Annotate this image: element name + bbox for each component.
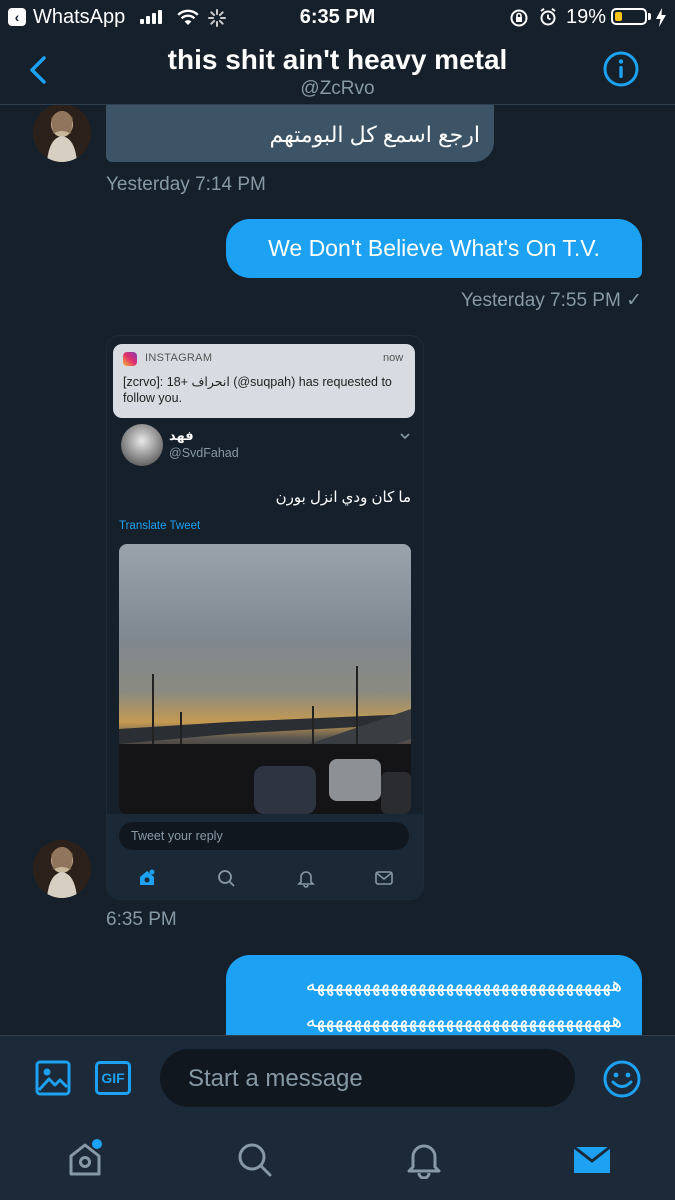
mail-icon — [375, 871, 393, 885]
message-timestamp: Yesterday 7:14 PM — [106, 174, 266, 195]
tweet-author-name: فهد — [169, 428, 194, 443]
battery-tip — [648, 13, 651, 20]
tweet-text: ما كان ودي انزل بورن — [275, 489, 411, 506]
tab-bar — [0, 1121, 675, 1200]
gif-icon[interactable]: GIF — [95, 1061, 131, 1095]
battery-icon — [611, 8, 647, 25]
emoji-icon[interactable] — [602, 1059, 642, 1099]
notification-body: [zcrvo]: انحراف +18 (@suqpah) has reques… — [123, 375, 392, 405]
bell-icon[interactable] — [404, 1139, 444, 1179]
message-input[interactable]: Start a message — [160, 1049, 575, 1107]
home-icon — [140, 869, 155, 885]
shared-image[interactable]: INSTAGRAM now [zcrvo]: انحراف +18 (@suqp… — [106, 335, 424, 900]
translate-tweet-link: Translate Tweet — [119, 520, 201, 532]
notification-app: INSTAGRAM — [145, 352, 213, 364]
charging-bolt-icon — [656, 8, 666, 27]
instagram-icon — [123, 352, 137, 366]
search-icon — [218, 870, 235, 887]
rotation-lock-icon — [510, 9, 528, 27]
outgoing-message-text: We Don't Believe What's On T.V. — [268, 235, 600, 261]
tweet-avatar — [121, 424, 163, 466]
home-icon[interactable] — [66, 1139, 106, 1179]
outgoing-message-text: هههههههههههههههههههههههههههههههههه — [305, 1010, 622, 1032]
tweet-reply-placeholder: Tweet your reply — [119, 822, 409, 850]
message-list[interactable]: ارجع اسمع كل البومتهم Yesterday 7:14 PM … — [0, 105, 675, 1035]
tweet-reply-bar: Tweet your reply — [107, 814, 423, 899]
search-icon[interactable] — [235, 1140, 275, 1180]
mail-icon[interactable] — [572, 1143, 612, 1177]
incoming-message-text: ارجع اسمع كل البومتهم — [269, 122, 480, 147]
message-timestamp: Yesterday 7:55 PM ✓ — [460, 290, 642, 311]
battery-percent: 19% — [566, 6, 607, 28]
bell-icon — [297, 871, 315, 888]
avatar[interactable] — [33, 105, 91, 162]
image-icon[interactable] — [35, 1060, 71, 1096]
alarm-icon — [540, 7, 556, 26]
outgoing-message-text: هههههههههههههههههههههههههههههههههه — [305, 974, 622, 996]
instagram-notification: INSTAGRAM now [zcrvo]: انحراف +18 (@suqp… — [113, 344, 415, 418]
conversation-header: this shit ain't heavy metal @ZcRvo — [0, 36, 675, 105]
message-composer: GIF Start a message — [0, 1035, 675, 1122]
conversation-title: this shit ain't heavy metal — [167, 44, 508, 75]
status-bar: ‹ WhatsApp 6:35 PM 19% — [0, 0, 675, 36]
message-timestamp: 6:35 PM — [106, 909, 177, 930]
tweet-author-handle: @SvdFahad — [169, 446, 239, 460]
conversation-handle: @ZcRvo — [300, 78, 375, 99]
notification-time: now — [383, 352, 404, 364]
avatar[interactable] — [33, 840, 91, 898]
tweet-photo — [119, 544, 411, 814]
info-icon[interactable] — [602, 50, 640, 88]
chevron-down-icon — [400, 433, 410, 440]
message-input-placeholder: Start a message — [188, 1065, 363, 1092]
